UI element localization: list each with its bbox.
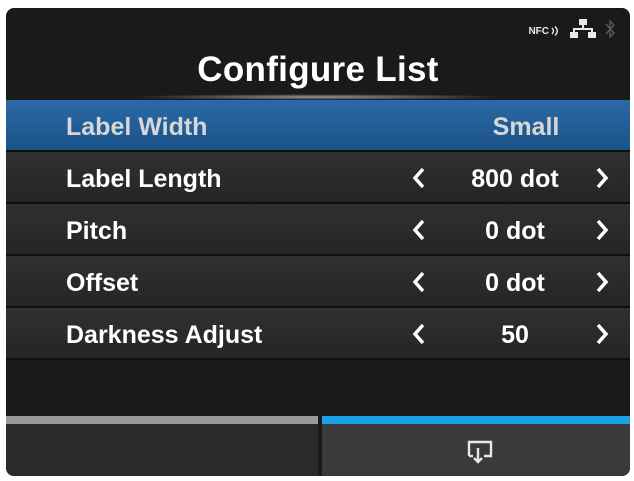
list-item-darkness-adjust[interactable]: Darkness Adjust 50 bbox=[6, 308, 630, 360]
list-item-value: 50 bbox=[501, 321, 529, 349]
nfc-icon: NFC bbox=[528, 25, 562, 37]
list-item-value: Small bbox=[492, 113, 560, 141]
nfc-label: NFC bbox=[528, 25, 549, 37]
status-bar: NFC bbox=[528, 18, 616, 44]
soft-key-left[interactable] bbox=[6, 416, 318, 476]
soft-key-right[interactable] bbox=[322, 416, 630, 476]
list-item-offset[interactable]: Offset 0 dot bbox=[6, 256, 630, 308]
chevron-left-icon[interactable] bbox=[411, 271, 427, 293]
list-item-value: 0 dot bbox=[485, 269, 545, 297]
bluetooth-icon bbox=[604, 18, 616, 45]
list-item-label: Darkness Adjust bbox=[66, 321, 263, 349]
list-item-label-width[interactable]: Label Width Small bbox=[6, 100, 630, 152]
network-icon bbox=[570, 18, 596, 45]
list-item-label-length[interactable]: Label Length 800 dot bbox=[6, 152, 630, 204]
chevron-right-icon[interactable] bbox=[594, 219, 610, 241]
chevron-right-icon[interactable] bbox=[594, 271, 610, 293]
chevron-left-icon[interactable] bbox=[411, 323, 427, 345]
configure-list: Label Width Small Label Length 800 dot P… bbox=[6, 100, 630, 360]
printer-screen: NFC Configure List Label Width Small Lab… bbox=[6, 8, 630, 476]
chevron-left-icon[interactable] bbox=[411, 167, 427, 189]
list-item-label: Offset bbox=[66, 269, 139, 297]
return-to-list-icon bbox=[467, 440, 493, 469]
chevron-right-icon[interactable] bbox=[594, 167, 610, 189]
page-title: Configure List bbox=[197, 50, 439, 89]
list-item-label: Pitch bbox=[66, 217, 128, 245]
chevron-left-icon[interactable] bbox=[411, 219, 427, 241]
chevron-right-icon[interactable] bbox=[594, 323, 610, 345]
list-item-pitch[interactable]: Pitch 0 dot bbox=[6, 204, 630, 256]
list-item-value: 800 dot bbox=[471, 165, 559, 193]
list-item-label: Label Length bbox=[66, 165, 222, 193]
soft-key-bar bbox=[6, 416, 630, 476]
list-item-label: Label Width bbox=[66, 113, 208, 141]
list-item-value: 0 dot bbox=[485, 217, 545, 245]
